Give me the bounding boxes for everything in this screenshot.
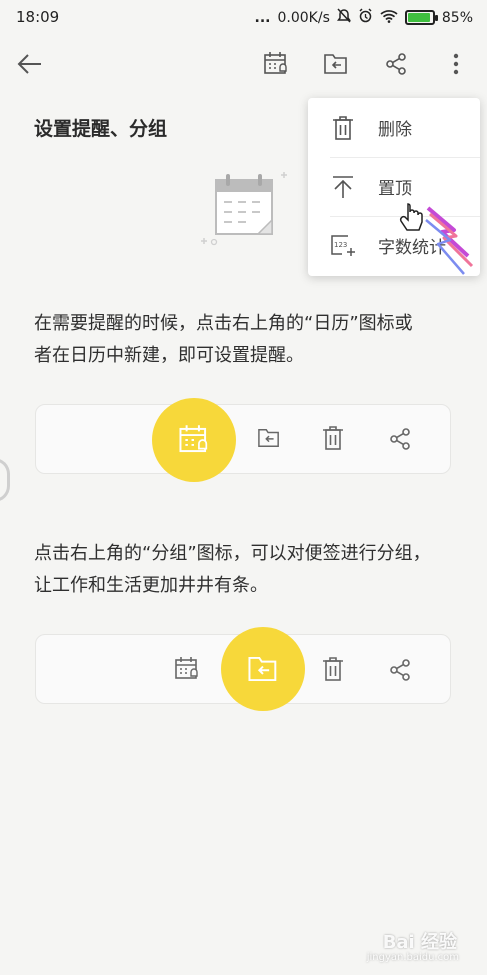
svg-text:123: 123 [334, 241, 347, 249]
watermark-url: jingyan.baidu.com [366, 952, 459, 963]
network-speed: 0.00K/s [277, 9, 330, 26]
menu-item-delete[interactable]: 删除 [308, 98, 480, 157]
calendar-illustration [196, 168, 292, 256]
menu-item-label: 删除 [378, 120, 412, 140]
battery-percent: 85% [441, 9, 473, 26]
pin-top-icon [308, 175, 378, 199]
paragraph-line: 者在日历中新建，即可设置提醒。 [34, 345, 304, 366]
more-vertical-icon[interactable] [436, 44, 476, 84]
paragraph-line: 点击右上角的“分组”图标，可以对便签进行分组， [34, 543, 431, 564]
folder-group-icon[interactable] [316, 44, 356, 84]
menu-item-label: 置顶 [378, 179, 412, 199]
trash-icon [308, 115, 378, 141]
trash-icon [322, 656, 344, 686]
status-dots: ... [254, 9, 271, 26]
paragraph-group: 点击右上角的“分组”图标，可以对便签进行分组， 让工作和生活更加井井有条。 [34, 538, 454, 602]
paragraph-reminder: 在需要提醒的时候，点击右上角的“日历”图标或 者在日历中新建，即可设置提醒。 [34, 308, 454, 372]
highlighted-group-button [221, 627, 305, 711]
trash-icon [322, 425, 344, 455]
battery-icon [404, 10, 438, 25]
wifi-icon [380, 9, 398, 27]
share-icon [388, 658, 412, 686]
folder-group-icon [257, 427, 281, 453]
highlighted-calendar-button [152, 398, 236, 482]
share-icon[interactable] [376, 44, 416, 84]
calendar-reminder-icon[interactable] [256, 44, 296, 84]
paragraph-line: 让工作和生活更加井井有条。 [34, 575, 268, 596]
share-icon [388, 427, 412, 455]
back-arrow-icon[interactable] [10, 44, 50, 84]
edge-swipe-indicator [0, 458, 10, 502]
tap-hand-cursor-icon [396, 200, 487, 294]
mute-icon [336, 8, 351, 27]
word-count-icon: 123 [308, 234, 378, 258]
calendar-reminder-icon [174, 656, 200, 686]
status-time: 18:09 [16, 8, 60, 26]
watermark-logo: Bai 经验 [382, 932, 457, 953]
status-indicators: ... 0.00K/s 85% [255, 8, 473, 27]
paragraph-line: 在需要提醒的时候，点击右上角的“日历”图标或 [34, 313, 413, 334]
alarm-icon [358, 8, 373, 27]
note-title: 设置提醒、分组 [34, 118, 168, 140]
status-bar: 18:09 ... 0.00K/s 85% [0, 0, 487, 36]
